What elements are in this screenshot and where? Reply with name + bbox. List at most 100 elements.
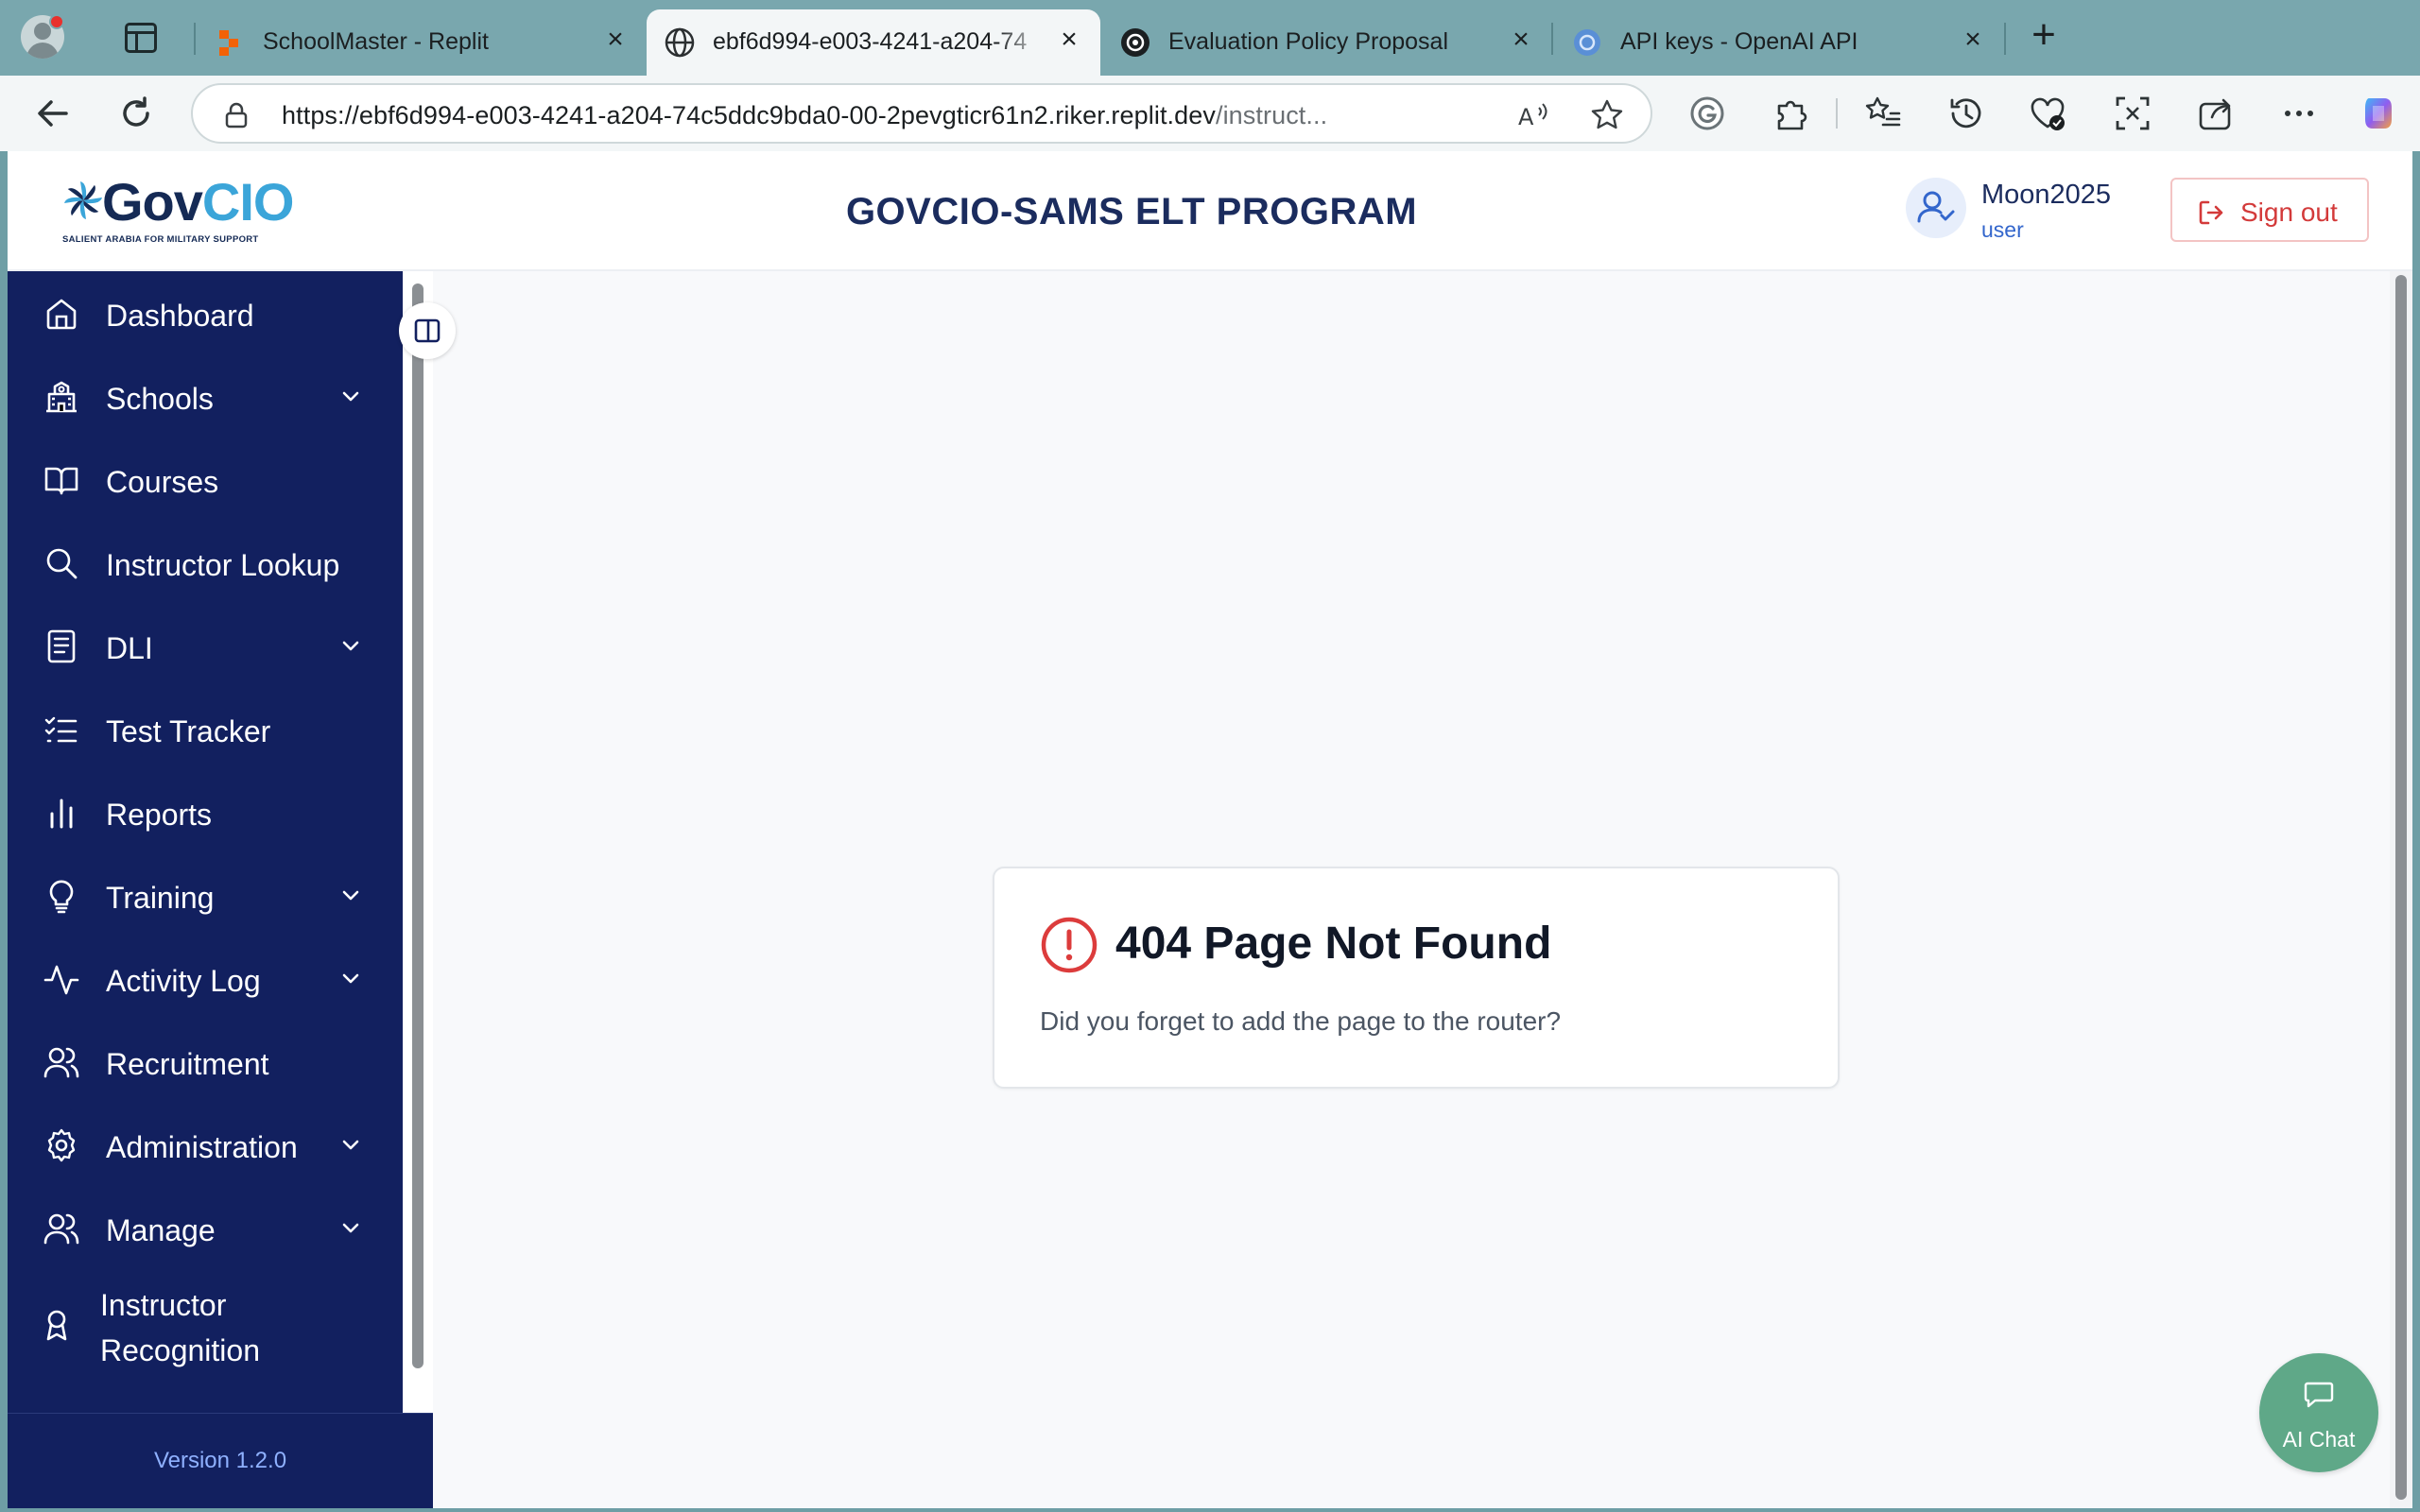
tab-active-page[interactable]: ebf6d994-e003-4241-a204-74 ×: [647, 9, 1100, 76]
book-open-icon: [44, 467, 78, 495]
reload-icon[interactable]: [115, 93, 157, 134]
tab-separator: [194, 23, 196, 55]
not-found-card: 404 Page Not Found Did you forget to add…: [993, 867, 1840, 1089]
main-scrollbar-thumb[interactable]: [2395, 275, 2407, 1500]
sidebar-item-training[interactable]: Training: [8, 853, 403, 936]
sidebar-scrollbar-thumb[interactable]: [412, 284, 424, 1368]
sidebar-toggle-button[interactable]: [399, 302, 456, 359]
sidebar-item-label: Recruitment: [106, 1047, 269, 1081]
bar-chart-icon: [50, 799, 73, 829]
replit-icon: [219, 30, 238, 56]
error-title: 404 Page Not Found: [1115, 919, 1552, 969]
sidebar-item-recruitment[interactable]: Recruitment: [8, 1020, 403, 1103]
chat-bubble-icon: [2304, 1382, 2334, 1408]
user-check-icon: [1917, 191, 1955, 223]
sidebar-item-label: Instructor Lookup: [106, 548, 340, 582]
alert-circle-icon: [1041, 917, 1098, 973]
main-content: 404 Page Not Found Did you forget to add…: [433, 271, 2390, 1508]
main-scrollbar-track[interactable]: [2390, 271, 2412, 1508]
sidebar-item-activity-log[interactable]: Activity Log: [8, 936, 403, 1020]
tab-api-keys[interactable]: API keys - OpenAI API ×: [1554, 9, 2006, 76]
more-menu-icon[interactable]: [2280, 94, 2318, 132]
sidebar-item-reports[interactable]: Reports: [8, 770, 403, 853]
sign-out-button[interactable]: Sign out: [2170, 178, 2369, 242]
sidebar-item-dli[interactable]: DLI: [8, 604, 403, 687]
history-icon[interactable]: [1947, 94, 1985, 132]
search-icon: [46, 548, 78, 579]
browser-essentials-icon[interactable]: [2029, 94, 2066, 132]
sidebar-item-courses[interactable]: Courses: [8, 438, 403, 521]
svg-text:A: A: [1518, 104, 1534, 130]
url-bar[interactable]: https://ebf6d994-e003-4241-a204-74c5ddc9…: [191, 83, 1652, 144]
school-icon: [46, 381, 77, 413]
sidebar-item-label: DLI: [106, 631, 153, 665]
favorites-list-icon[interactable]: [1864, 94, 1902, 132]
copilot-icon[interactable]: [2358, 93, 2399, 134]
sidebar-item-dashboard[interactable]: Dashboard: [8, 271, 403, 354]
ai-chat-label: AI Chat: [2282, 1427, 2356, 1452]
app-header: GovCIO SALIENT ARABIA FOR MILITARY SUPPO…: [8, 151, 2412, 271]
extensions-puzzle-icon[interactable]: [1772, 94, 1809, 132]
tab-evaluation-policy[interactable]: Evaluation Policy Proposal ×: [1102, 9, 1552, 76]
chevron-down-icon[interactable]: [338, 1133, 363, 1158]
logo-tagline: SALIENT ARABIA FOR MILITARY SUPPORT: [62, 234, 259, 245]
back-arrow-icon[interactable]: [32, 93, 74, 134]
sidebar-item-label: Administration: [106, 1130, 298, 1164]
user-avatar[interactable]: [1906, 178, 1966, 238]
chevron-down-icon[interactable]: [338, 967, 363, 991]
tab-close-icon[interactable]: ×: [1959, 26, 1987, 54]
tab-close-icon[interactable]: ×: [601, 26, 630, 54]
tab-schoolmaster[interactable]: SchoolMaster - Replit ×: [197, 9, 643, 76]
ai-chat-button[interactable]: AI Chat: [2259, 1353, 2378, 1472]
error-message: Did you forget to add the page to the ro…: [1040, 1006, 1562, 1036]
globe-icon: [665, 27, 695, 58]
grammarly-icon[interactable]: [1688, 94, 1726, 132]
sign-out-label: Sign out: [2240, 198, 2338, 227]
sidebar-item-administration[interactable]: Administration: [8, 1103, 403, 1186]
sidebar-item-label: Reports: [106, 798, 213, 832]
sidebar-item-label: Schools: [106, 382, 214, 416]
sidebar-item-label: Courses: [106, 465, 219, 499]
sidebar-item-label: Training: [106, 881, 215, 915]
read-aloud-icon[interactable]: A: [1516, 98, 1550, 132]
share-icon[interactable]: [2197, 94, 2235, 132]
users-icon: [43, 1213, 79, 1245]
screenshot-icon[interactable]: [2114, 94, 2152, 132]
sidebar-item-instructor-lookup[interactable]: Instructor Lookup: [8, 521, 403, 604]
toolbar-separator: [1836, 98, 1838, 129]
favorite-star-icon[interactable]: [1590, 98, 1624, 132]
sidebar-item-label: Instructor Recognition: [100, 1288, 260, 1367]
sidebar-item-instructor-recognition[interactable]: Instructor Recognition: [8, 1269, 403, 1383]
sidebar: Dashboard Schools Courses Instructor Loo…: [8, 271, 403, 1508]
tab-separator: [2004, 23, 2006, 55]
openai-api-icon: [1574, 29, 1600, 56]
new-tab-button[interactable]: +: [2025, 14, 2063, 56]
tab-separator: [1551, 23, 1553, 55]
openai-icon: [1121, 28, 1150, 57]
award-icon: [46, 1310, 67, 1341]
tab-title: SchoolMaster - Replit: [263, 28, 489, 55]
notification-dot: [49, 14, 64, 29]
sidebar-item-manage[interactable]: Manage: [8, 1186, 403, 1269]
chevron-down-icon[interactable]: [338, 385, 363, 409]
sidebar-item-label: Activity Log: [106, 964, 261, 998]
activity-icon: [43, 965, 79, 995]
sidebar-footer: Version 1.2.0: [8, 1413, 433, 1508]
gear-icon: [47, 1128, 76, 1162]
users-icon: [43, 1047, 79, 1078]
lock-icon[interactable]: [225, 102, 248, 129]
sidebar-item-test-tracker[interactable]: Test Tracker: [8, 687, 403, 770]
tab-close-icon[interactable]: ×: [1055, 26, 1083, 54]
chevron-down-icon[interactable]: [338, 1216, 363, 1241]
logout-icon: [2199, 200, 2223, 225]
tab-title: Evaluation Policy Proposal: [1168, 28, 1448, 55]
chevron-down-icon[interactable]: [338, 884, 363, 908]
checklist-icon: [44, 716, 78, 743]
tab-close-icon[interactable]: ×: [1507, 26, 1535, 54]
chevron-down-icon[interactable]: [338, 634, 363, 659]
browser-tab-bar: SchoolMaster - Replit × ebf6d994-e003-42…: [0, 0, 2420, 76]
tab-actions-icon[interactable]: [125, 23, 157, 53]
user-role: user: [1981, 217, 2024, 242]
sidebar-item-schools[interactable]: Schools: [8, 354, 403, 438]
url-text[interactable]: https://ebf6d994-e003-4241-a204-74c5ddc9…: [282, 101, 1482, 130]
